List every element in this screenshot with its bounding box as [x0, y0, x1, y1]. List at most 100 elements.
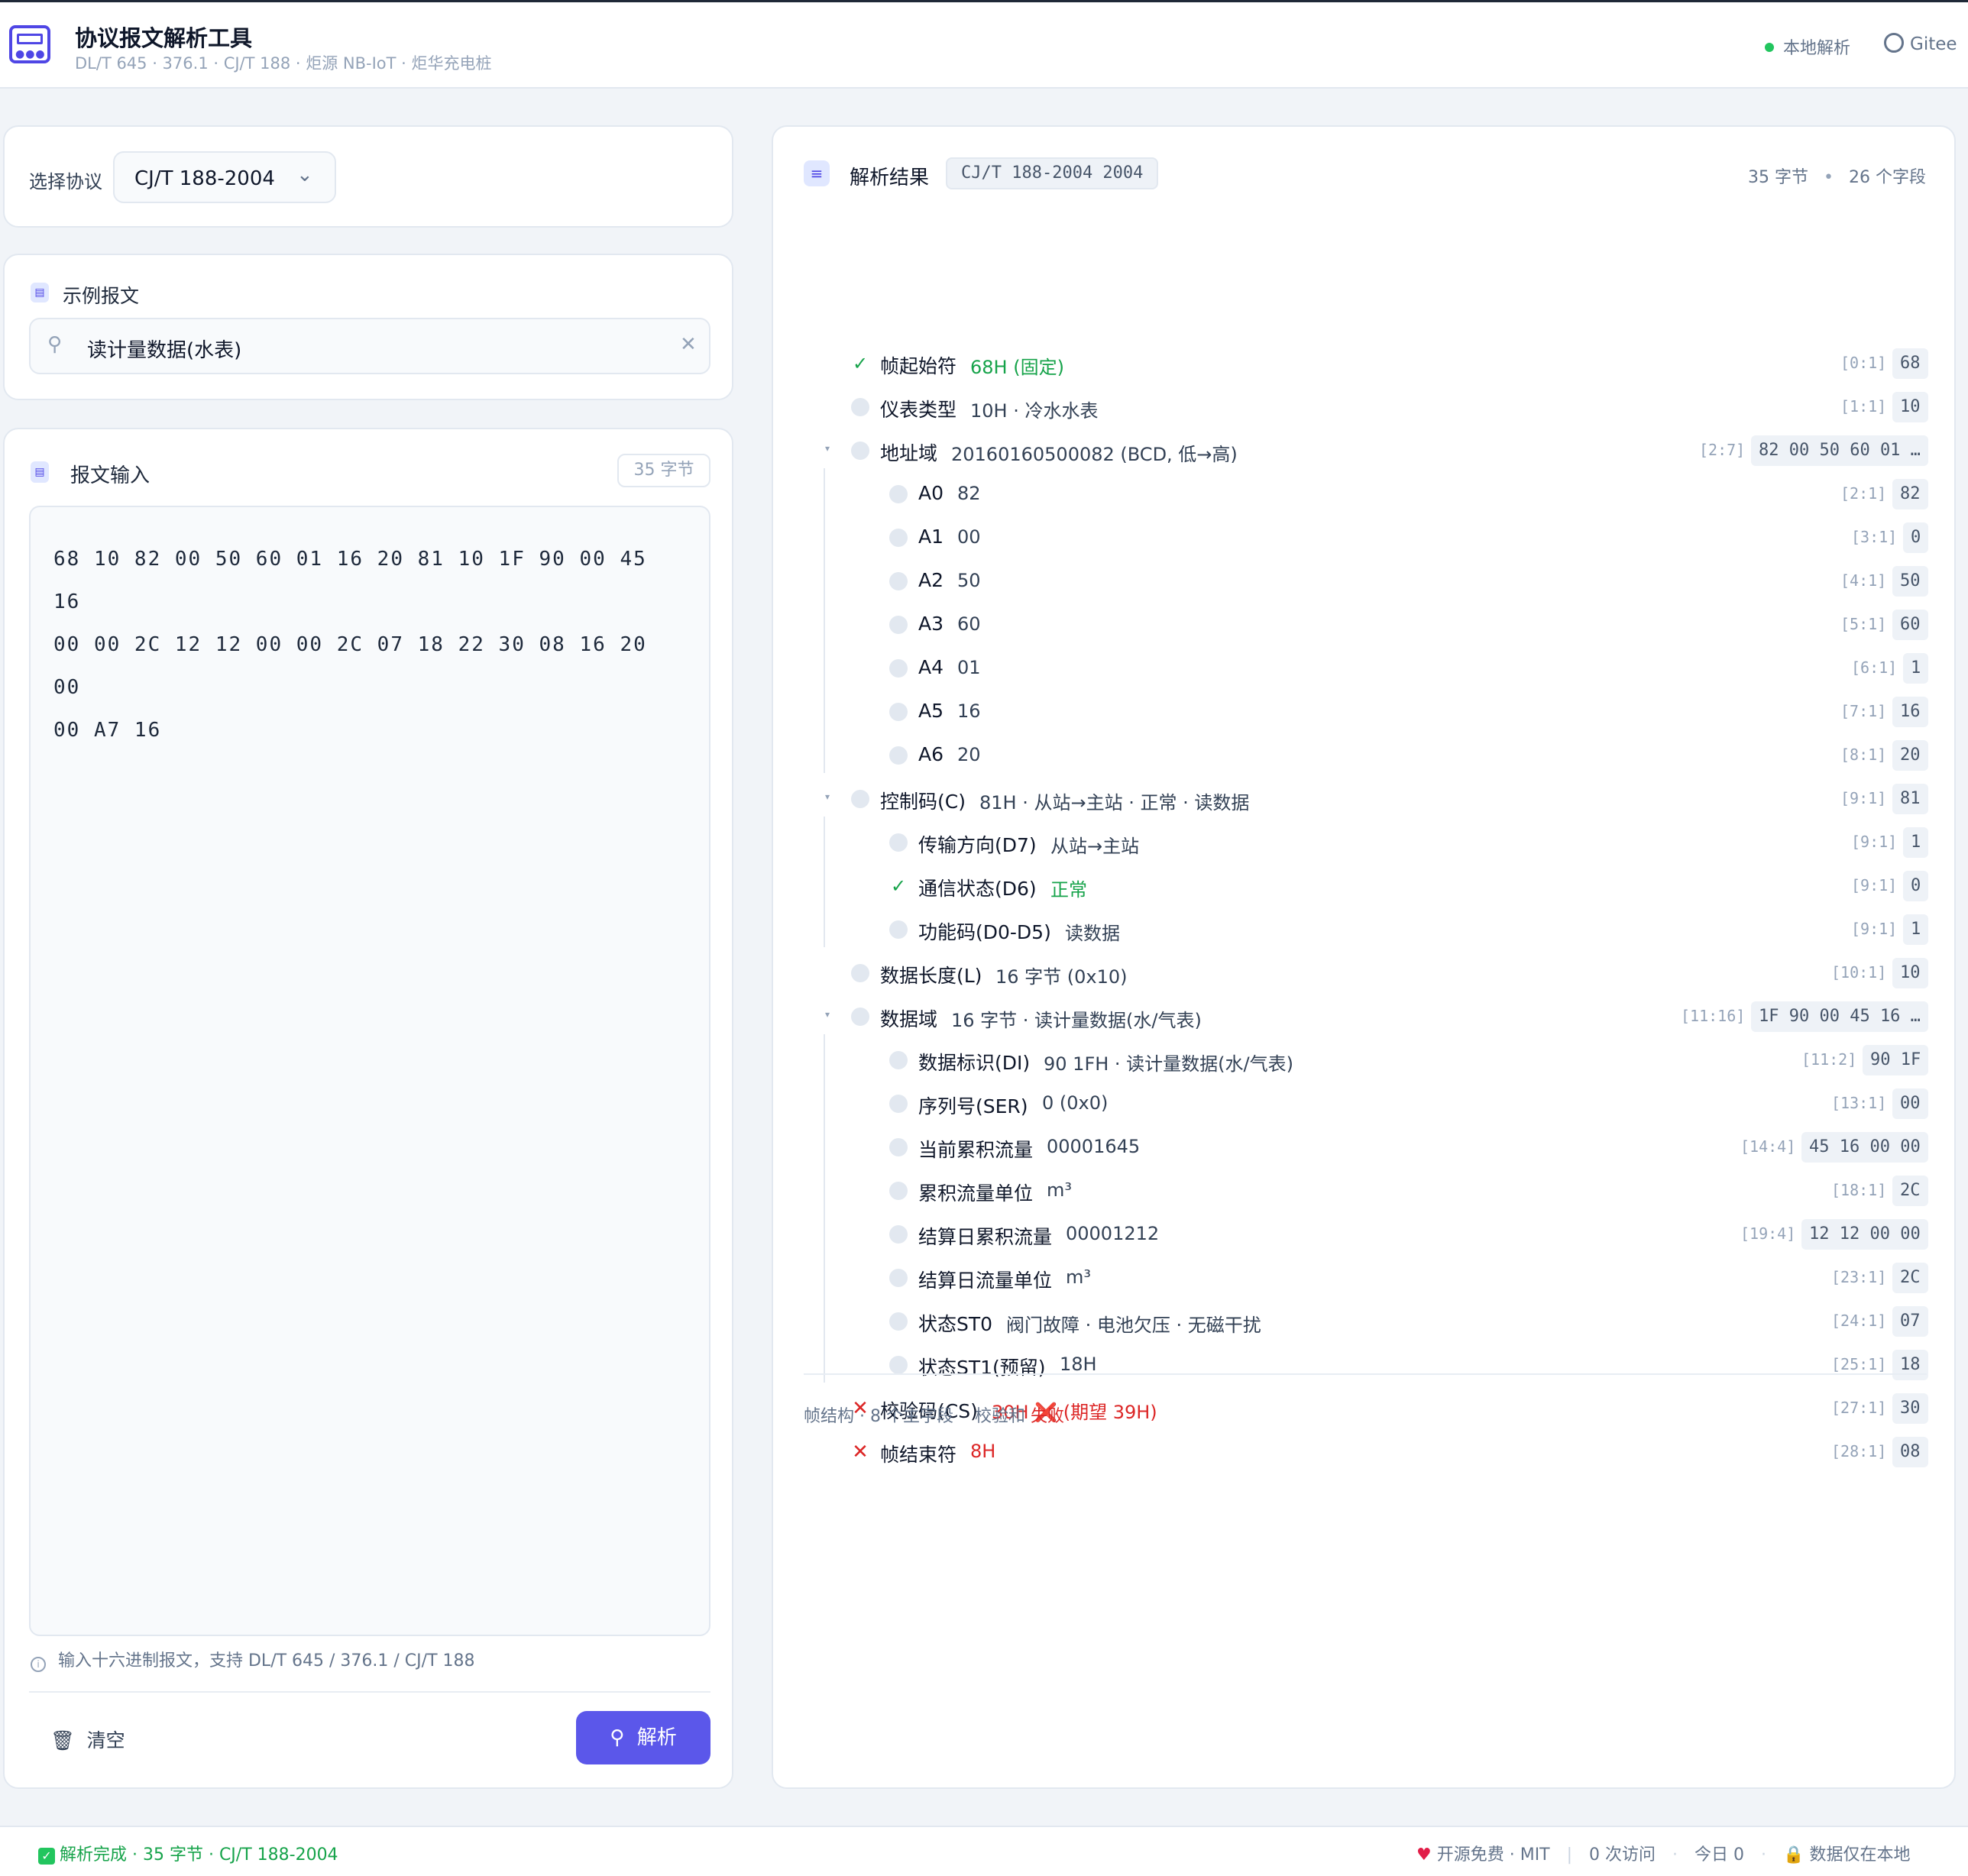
field-hex: 90 1F: [1863, 1045, 1929, 1075]
field-value: 16 字节 (0x10): [995, 966, 1128, 988]
example-card: ▤ 示例报文 ⚲ 读计量数据(水表) ✕: [3, 254, 733, 400]
tree-row: A3 60 60 [5:1]: [773, 603, 1957, 647]
github-icon: [1884, 33, 1904, 53]
protocol-card: 选择协议 CJ/T 188-2004 ⌄: [3, 125, 733, 228]
lock-icon: 🔒: [1783, 1845, 1805, 1865]
status-dot-icon: [889, 659, 908, 678]
status-dot-icon: [889, 529, 908, 547]
field-name: 状态ST1(预留): [918, 1357, 1046, 1379]
gitee-link[interactable]: Gitee: [1884, 33, 1957, 54]
field-name: A6: [918, 743, 944, 765]
field-hex: 68: [1892, 348, 1928, 379]
field-name: 地址域: [880, 442, 938, 464]
result-title: 解析结果: [850, 167, 930, 189]
tree-row[interactable]: ▾ 数据域 16 字节 · 读计量数据(水/气表) 1F 90 00 45 16 … […: [773, 995, 1957, 1039]
field-offset: [14:4]: [1740, 1137, 1796, 1156]
field-hex: 0: [1903, 522, 1929, 553]
status-dot-icon: [889, 1312, 908, 1331]
tree-row: A4 01 1 [6:1]: [773, 647, 1957, 691]
field-name: 数据标识(DI): [918, 1052, 1031, 1074]
tree-row: 状态ST0 阀门故障 · 电池欠压 · 无磁干扰 07 [24:1]: [773, 1300, 1957, 1344]
field-hex: 1: [1903, 827, 1929, 858]
field-value: 阀门故障 · 电池欠压 · 无磁干扰: [1006, 1315, 1261, 1336]
local-parse-status: 本地解析: [1765, 34, 1850, 59]
field-offset: [27:1]: [1831, 1399, 1887, 1417]
field-offset: [6:1]: [1851, 658, 1898, 677]
expand-toggle-icon[interactable]: ▾: [825, 1009, 830, 1020]
tree-row: 数据长度(L) 16 字节 (0x10) 10 [10:1]: [773, 952, 1957, 995]
field-value: m³: [1066, 1266, 1091, 1288]
opensource-text: 开源免费 · MIT: [1436, 1845, 1550, 1865]
field-offset: [0:1]: [1840, 354, 1887, 372]
status-dot-icon: [851, 790, 869, 808]
field-offset: [25:1]: [1831, 1355, 1887, 1373]
field-offset: [11:2]: [1801, 1050, 1857, 1069]
expand-toggle-icon[interactable]: ▾: [825, 791, 830, 802]
tree-row: 结算日流量单位 m³ 2C [23:1]: [773, 1257, 1957, 1300]
field-name: A1: [918, 526, 944, 548]
expand-toggle-icon[interactable]: ▾: [825, 443, 830, 454]
close-icon[interactable]: ✕: [680, 333, 697, 356]
field-hex: 18: [1892, 1350, 1928, 1380]
protocol-select[interactable]: CJ/T 188-2004 ⌄: [113, 151, 336, 203]
tree-row: A0 82 82 [2:1]: [773, 473, 1957, 516]
tree-guide-line: [824, 1034, 825, 1383]
status-dot-icon: [889, 1225, 908, 1244]
clipboard-icon: ▤: [31, 283, 49, 302]
field-offset: [28:1]: [1831, 1442, 1887, 1460]
local-only-text: 数据仅在本地: [1809, 1845, 1911, 1865]
tree-row[interactable]: ▾ 地址域 20160160500082 (BCD, 低→高) 82 00 50 60…: [773, 429, 1957, 473]
field-value: 16 字节 · 读计量数据(水/气表): [951, 1010, 1202, 1031]
field-hex: 82: [1892, 479, 1928, 509]
field-value: 从站→主站: [1050, 836, 1140, 857]
field-name: 数据域: [880, 1008, 938, 1030]
field-hex: 1F 90 00 45 16 …: [1751, 1001, 1928, 1032]
hex-input-textarea[interactable]: 68 10 82 00 50 60 01 16 20 81 10 1F 90 0…: [29, 506, 710, 1636]
tree-row[interactable]: ▾ 控制码(C) 81H · 从站→主站 · 正常 · 读数据 81 [9:1]: [773, 778, 1957, 821]
field-value: 00001212: [1066, 1223, 1160, 1244]
field-offset: [13:1]: [1831, 1094, 1887, 1112]
field-name: 结算日流量单位: [918, 1270, 1053, 1292]
example-search-input[interactable]: ⚲ 读计量数据(水表) ✕: [29, 318, 710, 374]
result-card: ≡ 解析结果 CJ/T 188-2004 2004 35 字节 • 26 个字段 ✓…: [772, 125, 1956, 1789]
field-offset: [9:1]: [1851, 920, 1898, 938]
divider: [29, 1691, 710, 1693]
parse-button[interactable]: ⚲ 解析: [576, 1711, 710, 1764]
field-value: 18H: [1060, 1354, 1097, 1375]
field-name: 帧结束符: [880, 1444, 957, 1466]
status-dot-icon: [889, 1095, 908, 1113]
status-dot-icon: [1765, 43, 1774, 52]
document-icon: ▤: [31, 461, 49, 483]
field-offset: [4:1]: [1840, 571, 1887, 590]
field-offset: [5:1]: [1840, 615, 1887, 633]
hex-line: 68 10 82 00 50 60 01 16 20 81 10 1F 90 0…: [53, 548, 647, 613]
field-value: 0 (0x0): [1042, 1092, 1109, 1114]
field-value: 60: [957, 613, 981, 635]
check-icon: ✓: [852, 353, 869, 374]
check-icon: ✓: [890, 875, 907, 897]
trash-icon: 🗑: [50, 1729, 75, 1751]
status-dot-icon: [889, 833, 908, 852]
field-name: 状态ST0: [918, 1313, 993, 1335]
clear-button[interactable]: 🗑 清空: [29, 1714, 136, 1768]
field-value: 50: [957, 570, 981, 591]
field-name: 结算日累积流量: [918, 1226, 1053, 1248]
input-hint: i 输入十六进制报文，支持 DL/T 645 / 376.1 / CJ/T 188: [31, 1647, 475, 1672]
field-name: A4: [918, 656, 944, 678]
status-dot-icon: [851, 398, 869, 416]
field-hex: 2C: [1892, 1263, 1928, 1293]
field-value: 01: [957, 657, 981, 678]
result-summary: 35 字节 • 26 个字段: [1748, 168, 1926, 187]
field-value: 20160160500082 (BCD, 低→高): [951, 444, 1238, 465]
field-name: 数据长度(L): [880, 965, 982, 987]
field-name: 传输方向(D7): [918, 834, 1037, 856]
example-value: 读计量数据(水表): [87, 339, 242, 362]
example-title: 示例报文: [63, 285, 140, 307]
status-dot-icon: [851, 964, 869, 982]
search-icon: ⚲: [610, 1726, 625, 1749]
tree-row: 仪表类型 10H · 冷水水表 10 [1:1]: [773, 386, 1957, 429]
field-name: A0: [918, 482, 944, 504]
status-dot-icon: [889, 703, 908, 721]
field-name: 控制码(C): [880, 791, 966, 813]
field-name: 功能码(D0-D5): [918, 921, 1051, 943]
